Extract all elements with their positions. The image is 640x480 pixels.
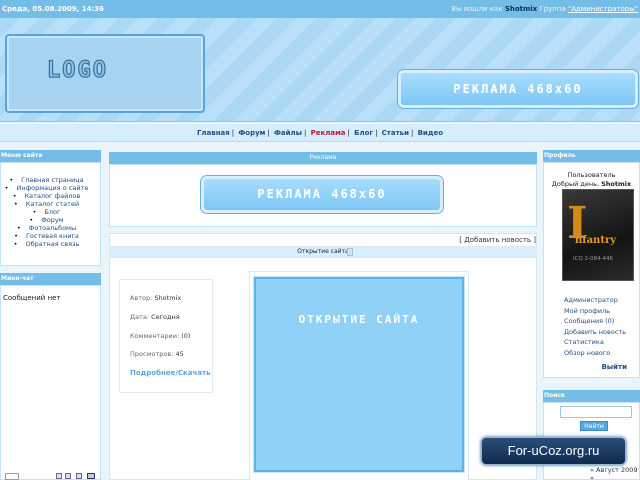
header-ad-banner[interactable]: РЕКЛАМА 468x60 — [398, 70, 638, 108]
link-admin[interactable]: Администратор — [564, 295, 626, 306]
chat-panel-title: Мини-чат — [0, 273, 101, 285]
chat-empty-text: Сообщений нет — [3, 294, 61, 302]
news-options-icon[interactable] — [347, 248, 353, 256]
menu-panel-title: Меню сайта — [0, 150, 101, 162]
date-value: Сегодня — [151, 313, 180, 321]
views-label: Просмотров: — [130, 350, 174, 358]
site-watermark: For-uCoz.org.ru — [481, 437, 626, 465]
menu-item-blog[interactable]: Блог — [1, 208, 100, 216]
author-value[interactable]: Shotmix — [154, 294, 181, 302]
nav-ads[interactable]: Реклама — [309, 124, 348, 142]
nav-video[interactable]: Видео — [416, 124, 445, 142]
more-link[interactable]: Подробнее/Скачать — [130, 369, 211, 377]
logo[interactable]: LOGO — [5, 34, 205, 113]
menu-item-home[interactable]: Главная страница — [1, 176, 100, 184]
search-button[interactable]: Найти — [580, 421, 608, 431]
site-header: LOGO РЕКЛАМА 468x60 — [0, 18, 640, 122]
menu-item-photos[interactable]: Фотоальбомы — [1, 224, 100, 232]
news-title[interactable]: Открытие сайта — [109, 246, 537, 258]
comments-label: Комментарии: — [130, 332, 180, 340]
nav-forum[interactable]: Форум — [236, 124, 267, 142]
group-link[interactable]: "Администраторы" — [568, 5, 638, 13]
current-date: Среда, 05.08.2009, 14:36 — [2, 5, 105, 13]
main-navigation: Главная | Форум | Файлы | Реклама | Блог | Ст… — [0, 124, 640, 142]
news-image[interactable]: ОТКРЫТИЕ САЙТА — [253, 276, 465, 473]
user-label: Пользователь — [567, 171, 616, 179]
logo-text: LOGO — [46, 57, 108, 83]
greeting-user: Shotmix — [601, 180, 632, 188]
greeting-prefix: Добрый день, — [551, 180, 600, 188]
chat-panel: Сообщений нет — [0, 285, 101, 480]
link-messages[interactable]: Сообщения (0) — [564, 316, 626, 327]
link-add-news[interactable]: Добавить новость — [564, 327, 626, 338]
calendar-nav[interactable]: « Август 2009 » — [590, 466, 640, 480]
avatar-caption: ICQ 2-084-446 — [573, 256, 614, 262]
menu-item-contact[interactable]: Обратная связь — [1, 240, 100, 248]
menu-item-guestbook[interactable]: Гостевая книга — [1, 232, 100, 240]
views-value: 45 — [175, 350, 184, 358]
user-avatar: I nfantry ICQ 2-084-446 — [562, 189, 634, 281]
nav-home[interactable]: Главная — [195, 124, 232, 142]
site-menu: Главная страница Информация о сайте Ката… — [1, 176, 100, 248]
news-meta: Автор: Shotmix Дата: Сегодня Комментарии… — [119, 279, 213, 393]
nav-articles[interactable]: Статьи — [380, 124, 411, 142]
profile-links: Администратор Мой профиль Сообщения (0) … — [564, 295, 626, 358]
date-label: Дата: — [130, 313, 150, 321]
news-image-text: ОТКРЫТИЕ САЙТА — [298, 313, 420, 326]
profile-panel-title: Профиль — [543, 150, 640, 162]
logout-link[interactable]: Выйти — [601, 363, 627, 371]
search-input[interactable] — [560, 406, 632, 418]
chat-input[interactable] — [5, 473, 19, 480]
menu-item-articles[interactable]: Каталог статей — [1, 200, 100, 208]
menu-item-about[interactable]: Информация о сайте — [1, 184, 100, 192]
add-news-link[interactable]: [ Добавить новость ] — [459, 236, 536, 244]
author-label: Автор: — [130, 294, 153, 302]
group-label: Группа — [539, 5, 566, 13]
menu-item-forum[interactable]: Форум — [1, 216, 100, 224]
user-name-link[interactable]: Shotmix — [505, 5, 537, 13]
smile-icon[interactable] — [56, 473, 62, 479]
refresh-icon[interactable] — [76, 473, 82, 479]
nav-files[interactable]: Файлы — [272, 124, 304, 142]
user-prefix: Вы вошли как — [451, 5, 503, 13]
send-icon[interactable] — [87, 473, 95, 479]
ad-block-title: Реклама — [109, 152, 537, 164]
menu-panel: Главная страница Информация о сайте Ката… — [0, 162, 101, 266]
link-statistics[interactable]: Статистика — [564, 337, 626, 348]
link-whats-new[interactable]: Обзор нового — [564, 348, 626, 359]
comments-value[interactable]: (0) — [181, 332, 190, 340]
nav-blog[interactable]: Блог — [352, 124, 375, 142]
bbcode-icon[interactable] — [65, 473, 71, 479]
top-bar: Среда, 05.08.2009, 14:36 Вы вошли как Sh… — [0, 0, 640, 18]
link-my-profile[interactable]: Мой профиль — [564, 306, 626, 317]
avatar-word: nfantry — [575, 235, 617, 246]
menu-item-files[interactable]: Каталог файлов — [1, 192, 100, 200]
center-ad-banner[interactable]: РЕКЛАМА 468x60 — [201, 176, 443, 213]
search-panel-title: Поиск — [543, 390, 640, 402]
greeting: Добрый день, Shotmix — [544, 180, 639, 188]
user-info: Вы вошли как Shotmix Группа "Администрат… — [451, 5, 638, 13]
